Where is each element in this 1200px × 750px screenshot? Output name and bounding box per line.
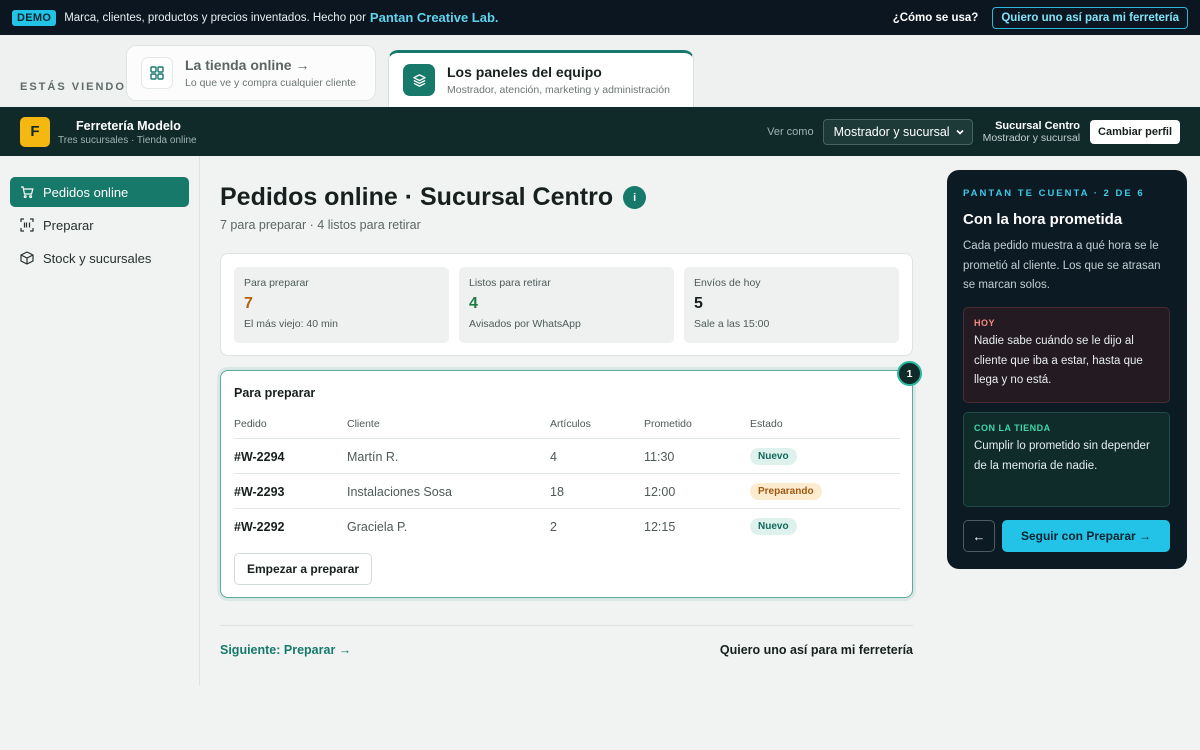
column-header-items: Artículos — [550, 418, 591, 430]
role-select[interactable]: Mostrador y sucursal — [822, 118, 973, 145]
sidebar: Pedidos online Preparar Stock y sucursal… — [0, 156, 200, 686]
sidebar-item-label: Stock y sucursales — [43, 250, 152, 266]
order-id: #W-2292 — [234, 520, 285, 534]
page-subtitle: 7 para preparar · 4 listos para retirar — [220, 218, 421, 232]
stat-to-prepare: Para preparar 7 El más viejo: 40 min — [234, 267, 449, 343]
tab-subtitle: Lo que ve y compra cualquier cliente — [185, 77, 357, 89]
sidebar-item-stock[interactable]: Stock y sucursales — [10, 243, 189, 273]
demo-cta-button[interactable]: Quiero uno así para mi ferretería — [992, 6, 1188, 29]
demo-badge: DEMO — [12, 9, 57, 26]
order-items: 4 — [550, 450, 557, 464]
view-as-label: Ver como — [767, 125, 814, 138]
tab-team-panels[interactable]: Los paneles del equipo Mostrador, atenci… — [388, 50, 694, 107]
guide-box-label: CON LA TIENDA — [974, 423, 1051, 433]
order-promised: 12:00 — [644, 485, 676, 499]
order-client: Martín R. — [347, 450, 399, 464]
sidebar-item-prepare[interactable]: Preparar — [10, 210, 189, 240]
info-icon[interactable]: i — [623, 186, 647, 209]
table-row[interactable]: #W-2292 Graciela P. 2 12:15 Nuevo — [234, 508, 900, 543]
table-row[interactable]: #W-2294 Martín R. 4 11:30 Nuevo — [234, 438, 900, 473]
demo-text: Marca, clientes, productos y precios inv… — [64, 11, 366, 24]
grid-icon — [141, 57, 173, 89]
brand: Ferretería Modelo Tres sucursales · Tien… — [58, 119, 197, 146]
column-header-status: Estado — [750, 418, 783, 430]
guide-box-with-store: CON LA TIENDA Cumplir lo prometido sin d… — [963, 412, 1170, 507]
want-one-link[interactable]: Quiero uno así para mi ferretería — [720, 643, 913, 657]
cart-icon — [20, 185, 34, 199]
viewing-label: ESTÁS VIENDO — [20, 81, 126, 93]
order-promised: 11:30 — [644, 450, 675, 464]
stat-label: Envíos de hoy — [694, 277, 761, 289]
guide-box-today: HOY Nadie sabe cuándo se le dijo al clie… — [963, 307, 1170, 403]
stat-note: Sale a las 15:00 — [694, 318, 770, 330]
layers-icon — [403, 64, 435, 96]
column-header-order: Pedido — [234, 418, 267, 430]
branch-role: Mostrador y sucursal — [982, 131, 1081, 144]
stat-shipments-today: Envíos de hoy 5 Sale a las 15:00 — [684, 267, 899, 343]
role-select-value: Mostrador y sucursal — [833, 124, 950, 139]
view-switcher: ESTÁS VIENDO La tienda online → Lo que v… — [0, 35, 1200, 107]
stat-value: 4 — [469, 295, 478, 312]
how-to-use-link[interactable]: ¿Cómo se usa? — [893, 12, 979, 24]
orders-title: Para preparar — [234, 386, 316, 400]
stat-note: El más viejo: 40 min — [244, 318, 338, 330]
page-title: Pedidos online · Sucursal Centro i — [220, 183, 647, 212]
order-promised: 12:15 — [644, 520, 676, 534]
stat-value: 7 — [244, 295, 253, 312]
stat-value: 5 — [694, 295, 703, 312]
guide-text: Cada pedido muestra a qué hora se le pro… — [963, 240, 1161, 291]
stat-label: Para preparar — [244, 277, 309, 289]
status-badge: Nuevo — [750, 518, 797, 535]
tour-step-badge: 1 — [897, 361, 922, 386]
order-client: Graciela P. — [347, 520, 408, 534]
guide-back-button[interactable]: ← — [963, 520, 995, 552]
tab-subtitle: Mostrador, atención, marketing y adminis… — [447, 84, 670, 96]
stat-ready-pickup: Listos para retirar 4 Avisados por Whats… — [459, 267, 674, 343]
status-badge: Preparando — [750, 483, 822, 500]
orders-to-prepare-card: 1 Para preparar Pedido Cliente Artículos… — [220, 361, 922, 598]
tab-online-store[interactable]: La tienda online → Lo que ve y compra cu… — [126, 45, 376, 101]
page-title-text: Pedidos online · Sucursal Centro — [220, 183, 614, 211]
start-preparing-button[interactable]: Empezar a preparar — [234, 553, 373, 585]
order-items: 2 — [550, 520, 557, 534]
brand-subtitle: Tres sucursales · Tienda online — [58, 135, 197, 146]
app-header: F Ferretería Modelo Tres sucursales · Ti… — [0, 107, 1200, 156]
tour-guide-panel: PANTAN TE CUENTA · 2 DE 6 Con la hora pr… — [947, 170, 1187, 569]
store-logo: F — [20, 116, 50, 147]
sidebar-item-online-orders[interactable]: Pedidos online — [10, 177, 189, 207]
tab-title: La tienda online → — [185, 57, 310, 73]
sidebar-item-label: Pedidos online — [43, 184, 129, 200]
creator-link[interactable]: Pantan Creative Lab. — [370, 10, 499, 25]
demo-bar: DEMO Marca, clientes, productos y precio… — [0, 0, 1200, 35]
branch-name: Sucursal Centro — [995, 119, 1081, 132]
order-id: #W-2294 — [234, 450, 285, 464]
stat-note: Avisados por WhatsApp — [469, 318, 581, 330]
guide-box-text: Cumplir lo prometido sin depender de la … — [974, 440, 1150, 472]
guide-step-label: PANTAN TE CUENTA · 2 DE 6 — [963, 188, 1145, 199]
brand-name: Ferretería Modelo — [76, 119, 181, 133]
column-header-promised: Prometido — [644, 418, 692, 430]
guide-box-text: Nadie sabe cuándo se le dijo al cliente … — [974, 335, 1143, 386]
current-branch: Sucursal Centro Mostrador y sucursal — [983, 120, 1080, 144]
order-id: #W-2293 — [234, 485, 285, 499]
guide-box-label: HOY — [974, 318, 996, 328]
sidebar-item-label: Preparar — [43, 217, 94, 233]
table-row[interactable]: #W-2293 Instalaciones Sosa 18 12:00 Prep… — [234, 473, 900, 508]
stat-label: Listos para retirar — [469, 277, 551, 289]
box-icon — [20, 251, 34, 265]
divider — [220, 625, 913, 626]
order-client: Instalaciones Sosa — [347, 485, 452, 499]
chevron-down-icon — [956, 129, 964, 135]
status-badge: Nuevo — [750, 448, 797, 465]
stats-card: Para preparar 7 El más viejo: 40 min Lis… — [220, 253, 913, 356]
column-header-client: Cliente — [347, 418, 380, 430]
guide-title: Con la hora prometida — [963, 211, 1123, 228]
change-profile-button[interactable]: Cambiar perfil — [1090, 119, 1180, 144]
order-items: 18 — [550, 485, 564, 499]
next-section-link[interactable]: Siguiente: Preparar → — [220, 643, 351, 657]
tab-title: Los paneles del equipo — [447, 64, 602, 80]
guide-next-button[interactable]: Seguir con Preparar → — [1002, 520, 1170, 552]
scan-icon — [20, 218, 34, 232]
